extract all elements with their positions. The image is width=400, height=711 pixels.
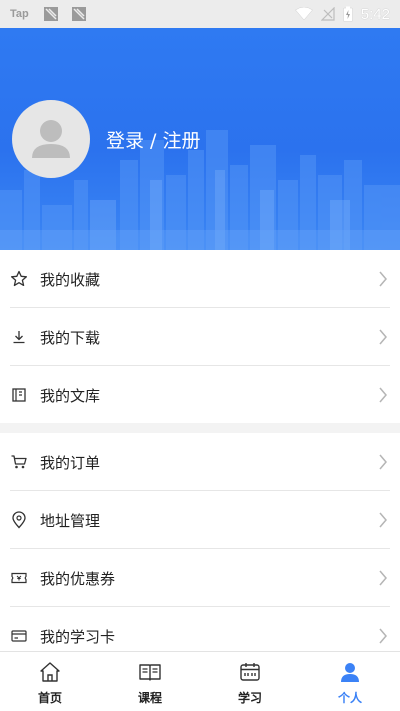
- menu-item-label: 我的收藏: [40, 270, 101, 289]
- chevron-right-icon: [379, 570, 387, 586]
- section-divider: [0, 423, 400, 433]
- person-icon: [341, 663, 359, 682]
- location-pin-icon: [10, 511, 28, 529]
- coupon-icon: [10, 569, 28, 587]
- signal-off-icon: [320, 7, 335, 21]
- menu-item-address[interactable]: 地址管理: [0, 491, 400, 549]
- menu-item-label: 我的下载: [40, 328, 101, 347]
- profile-header: 登录 / 注册: [0, 28, 400, 250]
- chevron-right-icon: [379, 271, 387, 287]
- calendar-icon: [240, 663, 260, 681]
- tab-label: 个人: [337, 691, 362, 705]
- login-register-link[interactable]: 登录 / 注册: [106, 126, 200, 153]
- status-right: 5:42: [287, 5, 390, 23]
- bottom-tab-bar: 首页 课程 学习 个人: [0, 651, 400, 711]
- menu-item-downloads[interactable]: 我的下载: [0, 308, 400, 366]
- tab-courses[interactable]: 课程: [100, 652, 200, 711]
- wifi-icon: [294, 7, 313, 21]
- notification-image-icon: [71, 7, 86, 21]
- tab-study[interactable]: 学习: [200, 652, 300, 711]
- tab-label: 课程: [137, 691, 162, 705]
- battery-icon: [343, 6, 353, 22]
- tab-label: 学习: [237, 691, 262, 705]
- menu-group-commerce: 我的订单 地址管理 我的优惠券 我的学习卡: [0, 433, 400, 665]
- default-avatar-icon: [32, 120, 70, 158]
- menu-item-label: 我的学习卡: [40, 627, 116, 646]
- status-bar: Tap 5:42: [0, 0, 400, 28]
- download-icon: [10, 328, 28, 346]
- chevron-right-icon: [379, 512, 387, 528]
- status-time: 5:42: [360, 5, 390, 23]
- notification-image-icon: [43, 7, 58, 21]
- star-icon: [10, 270, 28, 288]
- menu-item-label: 我的文库: [40, 386, 101, 405]
- avatar[interactable]: [12, 100, 90, 178]
- carrier-label: Tap: [10, 8, 29, 20]
- tab-label: 首页: [37, 691, 62, 705]
- home-icon: [40, 662, 60, 682]
- tab-profile[interactable]: 个人: [300, 652, 400, 711]
- chevron-right-icon: [379, 329, 387, 345]
- status-left: Tap: [10, 6, 99, 22]
- menu-item-orders[interactable]: 我的订单: [0, 433, 400, 491]
- menu-item-label: 地址管理: [40, 511, 101, 530]
- chevron-right-icon: [379, 454, 387, 470]
- card-icon: [10, 627, 28, 645]
- tab-home[interactable]: 首页: [0, 652, 100, 711]
- menu-item-favorites[interactable]: 我的收藏: [0, 250, 400, 308]
- chevron-right-icon: [379, 387, 387, 403]
- book-icon: [139, 664, 161, 681]
- menu-item-label: 我的订单: [40, 453, 101, 472]
- menu-group-personal: 我的收藏 我的下载 我的文库: [0, 250, 400, 424]
- menu-item-label: 我的优惠券: [40, 569, 116, 588]
- menu-item-library[interactable]: 我的文库: [0, 366, 400, 424]
- chevron-right-icon: [379, 628, 387, 644]
- menu-item-coupons[interactable]: 我的优惠券: [0, 549, 400, 607]
- cart-icon: [10, 453, 28, 471]
- library-icon: [10, 386, 28, 404]
